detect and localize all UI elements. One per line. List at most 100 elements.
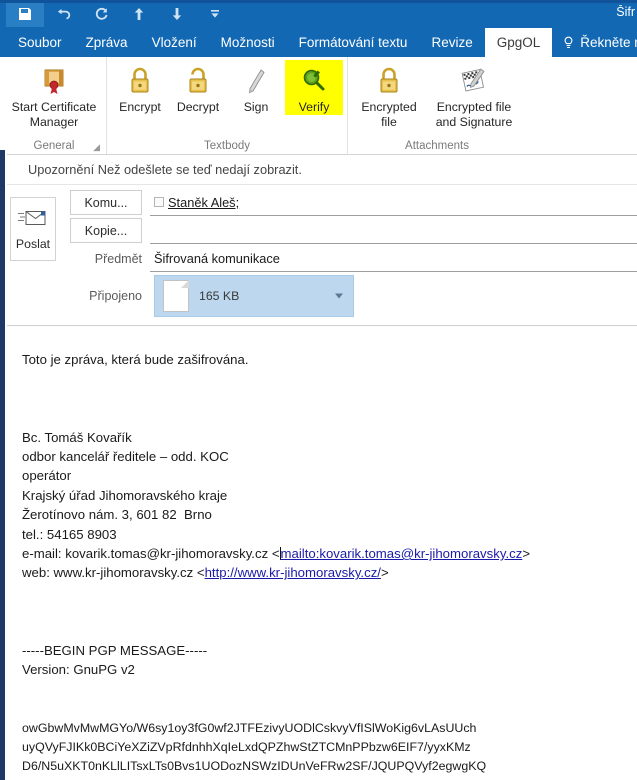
encrypted-file-label: Encrypted file [361, 100, 417, 129]
mailto-link[interactable]: mailto:kovarik.tomas@kr-jihomoravsky.cz [281, 546, 523, 561]
start-certificate-manager-label: Start Certificate Manager [11, 100, 97, 129]
to-row: Komu... Staněk Aleš; [56, 189, 637, 217]
sign-button[interactable]: Sign [227, 60, 285, 115]
encrypted-file-and-signature-button[interactable]: Encrypted file and Signature [426, 60, 522, 129]
quick-access-toolbar [6, 0, 234, 28]
redo-icon[interactable] [82, 1, 120, 27]
recipient-name: Staněk Aleš; [168, 194, 240, 210]
cc-row: Kopie... [56, 217, 637, 245]
attachment-size: 165 KB [199, 289, 240, 303]
attached-label: Připojeno [89, 289, 142, 303]
body-blank-line [22, 699, 637, 718]
pgp-data-line: D6/N5uXKT0nKLlLITsxLTs0Bvs1UODozNSWzIDUn… [22, 759, 487, 774]
recipient-presence-icon [154, 197, 164, 207]
body-line: operátor [22, 468, 72, 484]
encrypt-button[interactable]: Encrypt [111, 60, 169, 115]
tab-gpgol[interactable]: GpgOL [484, 28, 553, 57]
lock-closed-icon [374, 64, 404, 98]
send-button-label: Poslat [15, 236, 51, 251]
ribbon-tab-bar: Soubor Zpráva Vložení Možnosti Formátová… [0, 28, 637, 57]
magnifier-pen-icon [299, 64, 329, 98]
send-button[interactable]: Poslat [10, 197, 56, 261]
tab-soubor[interactable]: Soubor [6, 28, 74, 57]
body-blank-line [22, 680, 637, 699]
start-certificate-manager-button[interactable]: Start Certificate Manager [6, 60, 102, 129]
window-title: Šifr [616, 5, 635, 19]
subject-label: Předmět [94, 251, 142, 266]
body-blank-line [22, 583, 637, 602]
pgp-data-line: owGbwMvMwMGYo/W6sy1oy3fG0wf2JTFEzivyUODl… [22, 720, 477, 735]
send-column: Poslat [0, 189, 56, 261]
info-bar[interactable]: Upozornění Než odešlete se teď nedají zo… [0, 155, 637, 185]
body-blank-line [22, 369, 637, 388]
to-input[interactable]: Staněk Aleš; [150, 189, 637, 216]
customize-qat-icon[interactable] [196, 1, 234, 27]
decrypt-label: Decrypt [176, 100, 220, 114]
pgp-version-line: Version: GnuPG v2 [22, 662, 135, 678]
message-body[interactable]: Toto je zpráva, která bude zašifrována. … [0, 326, 637, 780]
compose-header-area: Poslat Komu... Staněk Aleš; Kopie... Pře… [0, 185, 637, 326]
ribbon-group-attachments: Encrypted file Encrypted file and Signat… [347, 57, 526, 154]
ribbon-group-general-title: General [33, 140, 75, 152]
save-icon[interactable] [6, 1, 44, 27]
verify-button[interactable]: Verify [285, 60, 343, 115]
ribbon: Start Certificate Manager General ◢ Encr… [0, 57, 637, 155]
pen-icon [241, 64, 271, 98]
body-blank-line [22, 408, 637, 427]
pgp-data-line: uyQVyFJIKk0BCiYeXZiZVpRfdnhhXqIeLxdQPZhw… [22, 740, 471, 754]
web-line-prefix: web: www.kr-jihomoravsky.cz < [22, 565, 205, 581]
tell-me-box[interactable]: Řekněte mi, co [552, 28, 637, 57]
lock-open-icon [183, 64, 213, 98]
ribbon-group-general-label: General ◢ [6, 140, 102, 154]
body-blank-line [22, 602, 637, 621]
signed-file-icon [457, 64, 491, 98]
lightbulb-icon [562, 36, 575, 50]
lock-closed-icon [125, 64, 155, 98]
tab-formatovani-textu[interactable]: Formátování textu [287, 28, 420, 57]
outlook-compose-window: Šifr Soubor Zpráva Vložení Možnosti Form… [0, 0, 637, 780]
ribbon-group-textbody: Encrypt Decrypt Sign Verify Textbody [106, 57, 347, 154]
body-blank-line [22, 389, 637, 408]
attached-row: Připojeno 165 KB [56, 273, 637, 319]
body-line: odbor kancelář ředitele – odd. KOC [22, 448, 229, 464]
ribbon-group-attachments-label: Attachments [405, 140, 469, 152]
ribbon-group-textbody-label: Textbody [203, 140, 251, 152]
tab-zprava[interactable]: Zpráva [74, 28, 140, 57]
pgp-begin-line: -----BEGIN PGP MESSAGE----- [22, 643, 208, 658]
body-line: Bc. Tomáš Kovařík [22, 429, 132, 445]
up-icon[interactable] [120, 1, 158, 27]
cc-button[interactable]: Kopie... [70, 218, 142, 243]
tab-vlozeni[interactable]: Vložení [140, 28, 209, 57]
verify-label: Verify [298, 100, 330, 114]
dialog-launcher-icon[interactable]: ◢ [93, 142, 100, 153]
encrypt-label: Encrypt [119, 100, 161, 114]
attachment-cell: 165 KB [150, 275, 637, 317]
tab-moznosti[interactable]: Možnosti [209, 28, 287, 57]
website-link[interactable]: http://www.kr-jihomoravsky.cz/ [205, 565, 381, 580]
down-icon[interactable] [158, 1, 196, 27]
email-line-prefix: e-mail: kovarik.tomas@kr-jihomoravsky.cz… [22, 546, 280, 562]
tab-revize[interactable]: Revize [419, 28, 484, 57]
undo-icon[interactable] [44, 1, 82, 27]
file-icon [163, 280, 189, 312]
body-blank-line [22, 622, 637, 641]
body-line: Toto je zpráva, která bude zašifrována. [22, 352, 249, 367]
ribbon-group-general: Start Certificate Manager General ◢ [2, 57, 106, 154]
certificate-icon [38, 64, 70, 98]
subject-row: Předmět Šifrovaná komunikace [56, 245, 637, 273]
to-button[interactable]: Komu... [70, 190, 142, 215]
window-left-edge-inner [5, 150, 7, 780]
recipient-chip[interactable]: Staněk Aleš; [154, 195, 239, 210]
body-line: Krajský úřad Jihomoravského kraje [22, 487, 228, 503]
sign-label: Sign [243, 100, 269, 114]
send-envelope-icon [18, 208, 48, 233]
attachment-chip[interactable]: 165 KB [154, 275, 354, 317]
decrypt-button[interactable]: Decrypt [169, 60, 227, 115]
subject-input[interactable]: Šifrovaná komunikace [150, 245, 637, 272]
body-email-line: e-mail: kovarik.tomas@kr-jihomoravsky.cz… [22, 544, 637, 563]
cc-input[interactable] [150, 217, 637, 244]
chevron-down-icon[interactable] [335, 293, 343, 299]
web-line-suffix: > [380, 565, 389, 581]
encrypted-file-button[interactable]: Encrypted file [352, 60, 426, 129]
body-line: tel.: 54165 8903 [22, 526, 117, 542]
